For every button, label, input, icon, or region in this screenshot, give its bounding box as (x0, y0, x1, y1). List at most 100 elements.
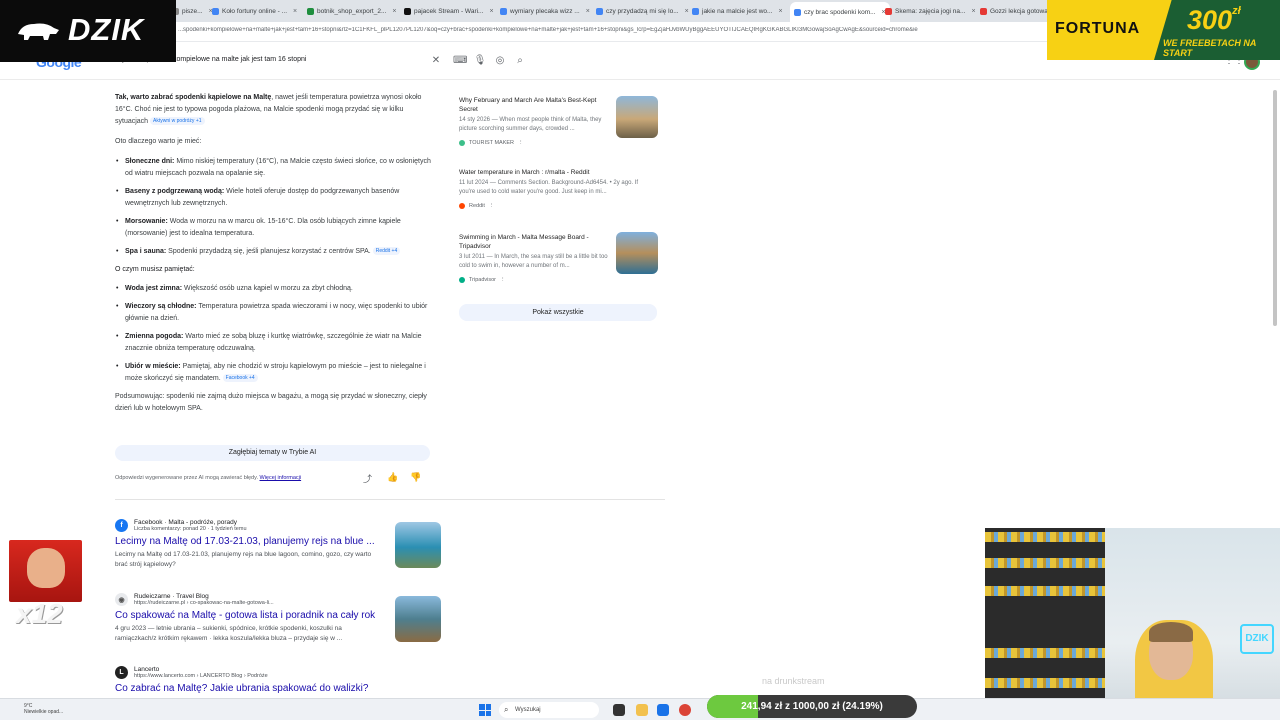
streamer-hair (1149, 622, 1193, 642)
tab-label: Skema: zajęcia jogi na... (895, 7, 966, 15)
tab-close-icon[interactable]: × (489, 8, 493, 15)
webcam-overlay: DZIK (985, 528, 1280, 720)
ai-mode-button[interactable]: Zagłębiaj tematy w Trybie AI (115, 445, 430, 461)
tab-close-icon[interactable]: × (293, 8, 297, 15)
weather-widget[interactable]: 9°C Niewielkie opad... (24, 703, 63, 715)
source-chip[interactable]: Facebook +4 (222, 374, 258, 383)
search-result: L Lancerto https://www.lancerto.com › LANC… (115, 666, 445, 694)
tab-favicon-icon (500, 7, 507, 15)
browser-tab[interactable]: czy przydadzą mi się lo... × (596, 3, 689, 19)
site-favicon-icon (459, 140, 465, 146)
source-title[interactable]: Why February and March Are Malta's Best-… (459, 96, 611, 114)
taskbar-search[interactable]: ⌕ Wyszukaj (499, 702, 599, 718)
stream-brand: DZIK (68, 12, 145, 47)
share-icon[interactable]: ⤴ (363, 472, 372, 485)
thumbs-up-icon[interactable]: 👍 (387, 472, 398, 483)
tab-favicon-icon (885, 7, 892, 15)
donation-goal-bar: 241,94 zł z 1000,00 zł (24.19%) (707, 695, 917, 718)
meme-counter: x12 (16, 598, 63, 629)
tab-favicon-icon (794, 8, 801, 16)
meme-face (27, 548, 65, 588)
screen: pisze... × Koło fortuny online - ... × botni… (0, 0, 1280, 720)
ai-bullet-heading: Zmienna pogoda: (125, 333, 184, 340)
result-site[interactable]: Lancerto (134, 666, 268, 673)
source-card[interactable]: Water temperature in March : r/malta - R… (459, 168, 659, 209)
search-icon[interactable]: ⌕ (513, 54, 527, 68)
facebook-icon: f (115, 519, 128, 532)
ai-bullet-heading: Baseny z podgrzewaną wodą: (125, 188, 225, 195)
ai-bullet: Baseny z podgrzewaną wodą: Wiele hoteli … (115, 186, 433, 210)
thumbs-down-icon[interactable]: 👎 (410, 472, 421, 483)
result-thumbnail[interactable] (395, 596, 441, 642)
browser-tab[interactable]: pajacek Stream - Wari... × (404, 3, 494, 19)
explorer-icon[interactable] (636, 704, 648, 716)
tab-close-icon[interactable]: × (392, 8, 396, 15)
ai-bullet: Morsowanie: Woda w morzu na w marcu ok. … (115, 216, 433, 240)
address-url[interactable]: ...spodenki+kompielowe+na+malte+jak+jest… (178, 27, 1048, 33)
result-crumb: https://www.lancerto.com › LANCERTO Blog… (134, 673, 268, 679)
browser-tab[interactable]: wymiary plecaka wizz ... × (500, 3, 590, 19)
taskbar-search-placeholder: Wyszukaj (515, 707, 541, 713)
browser-tab[interactable]: pisze... × (172, 3, 213, 19)
chrome-icon[interactable] (679, 704, 691, 716)
ai-why: Oto dlaczego warto je mieć: (115, 138, 202, 145)
tab-label: botnik_shop_export_2... (317, 7, 387, 15)
ai-bullet-heading: Morsowanie: (125, 218, 168, 225)
tab-favicon-icon (404, 7, 411, 15)
edge-icon[interactable] (657, 704, 669, 716)
ai-bullet-heading: Słoneczne dni: (125, 158, 175, 165)
ai-remember-heading: O czym musisz pamiętać: (115, 266, 195, 273)
ai-bullet: Spa i sauna: Spodenki przydadzą się, jeś… (115, 246, 433, 258)
tab-close-icon[interactable]: × (778, 8, 782, 15)
tab-close-icon[interactable]: × (586, 8, 590, 15)
lens-icon[interactable]: ◎ (493, 54, 507, 68)
scrollbar[interactable] (1273, 90, 1277, 326)
browser-tab[interactable]: jakie na malcie jest wo... × (692, 3, 783, 19)
ai-bullet: Ubiór w mieście: Pamiętaj, aby nie chodz… (115, 361, 433, 385)
reddit-icon (459, 203, 465, 209)
tab-favicon-icon (596, 7, 603, 15)
result-title-link[interactable]: Co zabrać na Maltę? Jakie ubrania spakow… (115, 683, 445, 694)
source-site-name: Tripadvisor (469, 277, 496, 283)
source-thumbnail[interactable] (616, 232, 658, 274)
result-thumbnail[interactable] (395, 522, 441, 568)
browser-tab[interactable]: Skema: zajęcia jogi na... × (885, 3, 976, 19)
source-chip[interactable]: Reddit +4 (372, 247, 401, 256)
start-icon[interactable] (479, 704, 491, 716)
source-title[interactable]: Water temperature in March : r/malta - R… (459, 168, 611, 177)
keyboard-icon[interactable]: ⌨ (453, 54, 467, 68)
ai-bullet-text: Spodenki przydadzą się, jeśli planujesz … (166, 248, 371, 255)
weather-desc: Niewielkie opad... (24, 709, 64, 715)
stream-logo-overlay: DZIK (0, 0, 176, 62)
ai-disclaimer: Odpowiedzi wygenerowane przez AI mogą za… (115, 475, 301, 481)
browser-tab[interactable]: czy brac spodenki kom... × (790, 2, 890, 22)
clear-icon[interactable]: ✕ (429, 54, 443, 68)
tab-label: wymiary plecaka wizz ... (510, 7, 580, 15)
source-site: Tripadvisor ⋮ (459, 277, 659, 283)
search-icon: ⌕ (504, 705, 509, 714)
result-site[interactable]: Rudeiczarne · Travel Blog (134, 593, 274, 600)
browser-tab[interactable]: botnik_shop_export_2... × (307, 3, 396, 19)
tab-close-icon[interactable]: × (685, 8, 689, 15)
ai-bullet-heading: Woda jest zimna: (125, 285, 183, 292)
ai-intro: Tak, warto zabrać spodenki kąpielowe na … (115, 92, 433, 128)
source-chip[interactable]: Aktywni w podróży +1 (150, 117, 205, 126)
result-crumb: https://rudeiczarne.pl › co-spakowac-na-… (134, 600, 274, 606)
tab-close-icon[interactable]: × (971, 8, 975, 15)
mic-icon[interactable]: 🎙 (473, 54, 487, 68)
ad-brand: FORTUNA (1055, 20, 1141, 37)
ai-bullet: Zmienna pogoda: Warto mieć ze sobą bluzę… (115, 331, 433, 355)
meme-image (9, 540, 82, 602)
source-site-name: Reddit (469, 203, 485, 209)
result-site[interactable]: Facebook · Malta - podróże, porady (134, 519, 247, 526)
more-info-link[interactable]: Więcej informacji (260, 475, 302, 481)
source-thumbnail[interactable] (616, 96, 658, 138)
show-all-button[interactable]: Pokaż wszystkie (459, 304, 657, 321)
browser-tab[interactable]: Koło fortuny online - ... × (212, 3, 297, 19)
shelf (985, 528, 1105, 720)
source-title[interactable]: Swimming in March - Malta Message Board … (459, 233, 611, 251)
ai-overview: Tak, warto zabrać spodenki kąpielowe na … (115, 92, 433, 423)
source-site-name: TOURIST MAKER (469, 140, 515, 146)
taskview-icon[interactable] (613, 704, 625, 716)
source-site: Reddit ⋮ (459, 203, 659, 209)
